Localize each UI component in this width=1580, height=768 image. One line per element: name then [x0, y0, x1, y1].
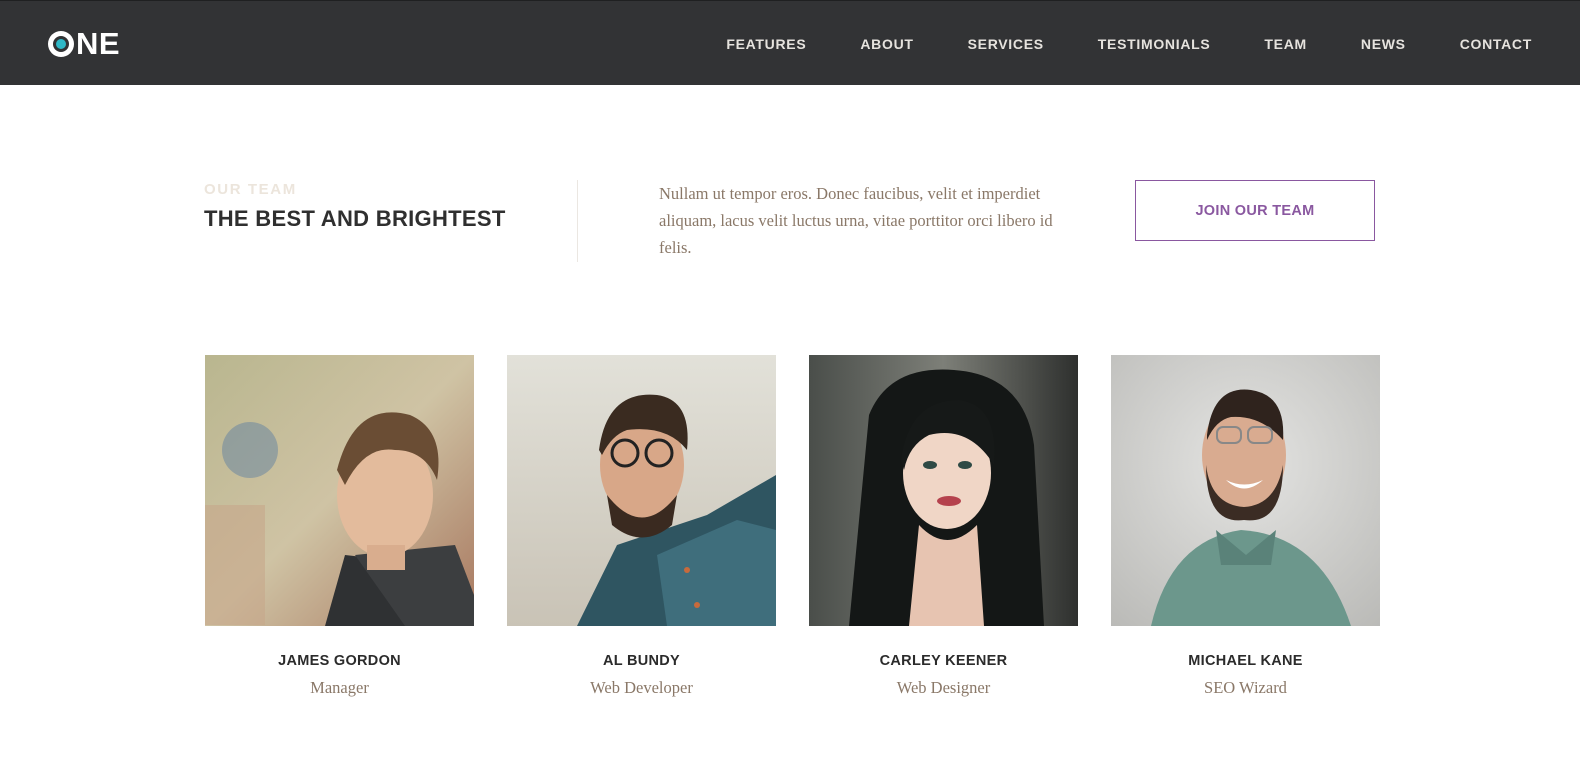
site-logo[interactable]: NE	[48, 27, 120, 61]
member-role: Web Developer	[590, 678, 693, 697]
nav-link-contact[interactable]: CONTACT	[1460, 36, 1532, 52]
member-role: Web Designer	[896, 678, 991, 697]
nav-link-features[interactable]: FEATURES	[726, 36, 806, 52]
person-portrait-icon[interactable]	[507, 355, 776, 626]
section-eyebrow: OUR TEAM	[204, 181, 297, 198]
team-member-card: JAMES GORDON Manager	[205, 355, 474, 698]
team-member-card: AL BUNDY Web Developer	[507, 355, 776, 698]
top-navbar: NE FEATURES ABOUT SERVICES TESTIMONIALS …	[0, 0, 1580, 85]
section-divider	[577, 180, 578, 262]
member-name: CARLEY KEENER	[879, 653, 1008, 669]
person-portrait-icon[interactable]	[1111, 355, 1380, 626]
nav-link-testimonials[interactable]: TESTIMONIALS	[1098, 36, 1211, 52]
team-member-card: MICHAEL KANE SEO Wizard	[1111, 355, 1380, 698]
nav-link-about[interactable]: ABOUT	[860, 36, 913, 52]
person-portrait-icon[interactable]	[205, 355, 474, 626]
member-role: Manager	[310, 678, 369, 697]
section-title: THE BEST AND BRIGHTEST	[204, 206, 506, 231]
member-name: AL BUNDY	[602, 653, 681, 669]
logo-text: NE	[76, 26, 121, 61]
section-intro: Nullam ut tempor eros. Donec faucibus, v…	[659, 184, 1053, 257]
member-name: MICHAEL KANE	[1188, 653, 1303, 669]
join-our-team-button[interactable]: JOIN OUR TEAM	[1135, 180, 1375, 241]
nav-link-services[interactable]: SERVICES	[968, 36, 1044, 52]
person-portrait-icon[interactable]	[809, 355, 1078, 626]
logo-o-icon	[48, 31, 74, 57]
member-name: JAMES GORDON	[278, 653, 401, 669]
main-nav: FEATURES ABOUT SERVICES TESTIMONIALS TEA…	[726, 1, 1532, 86]
member-role: SEO Wizard	[1204, 678, 1287, 697]
nav-link-team[interactable]: TEAM	[1264, 36, 1306, 52]
team-member-card: CARLEY KEENER Web Designer	[809, 355, 1078, 698]
nav-link-news[interactable]: NEWS	[1361, 36, 1406, 52]
